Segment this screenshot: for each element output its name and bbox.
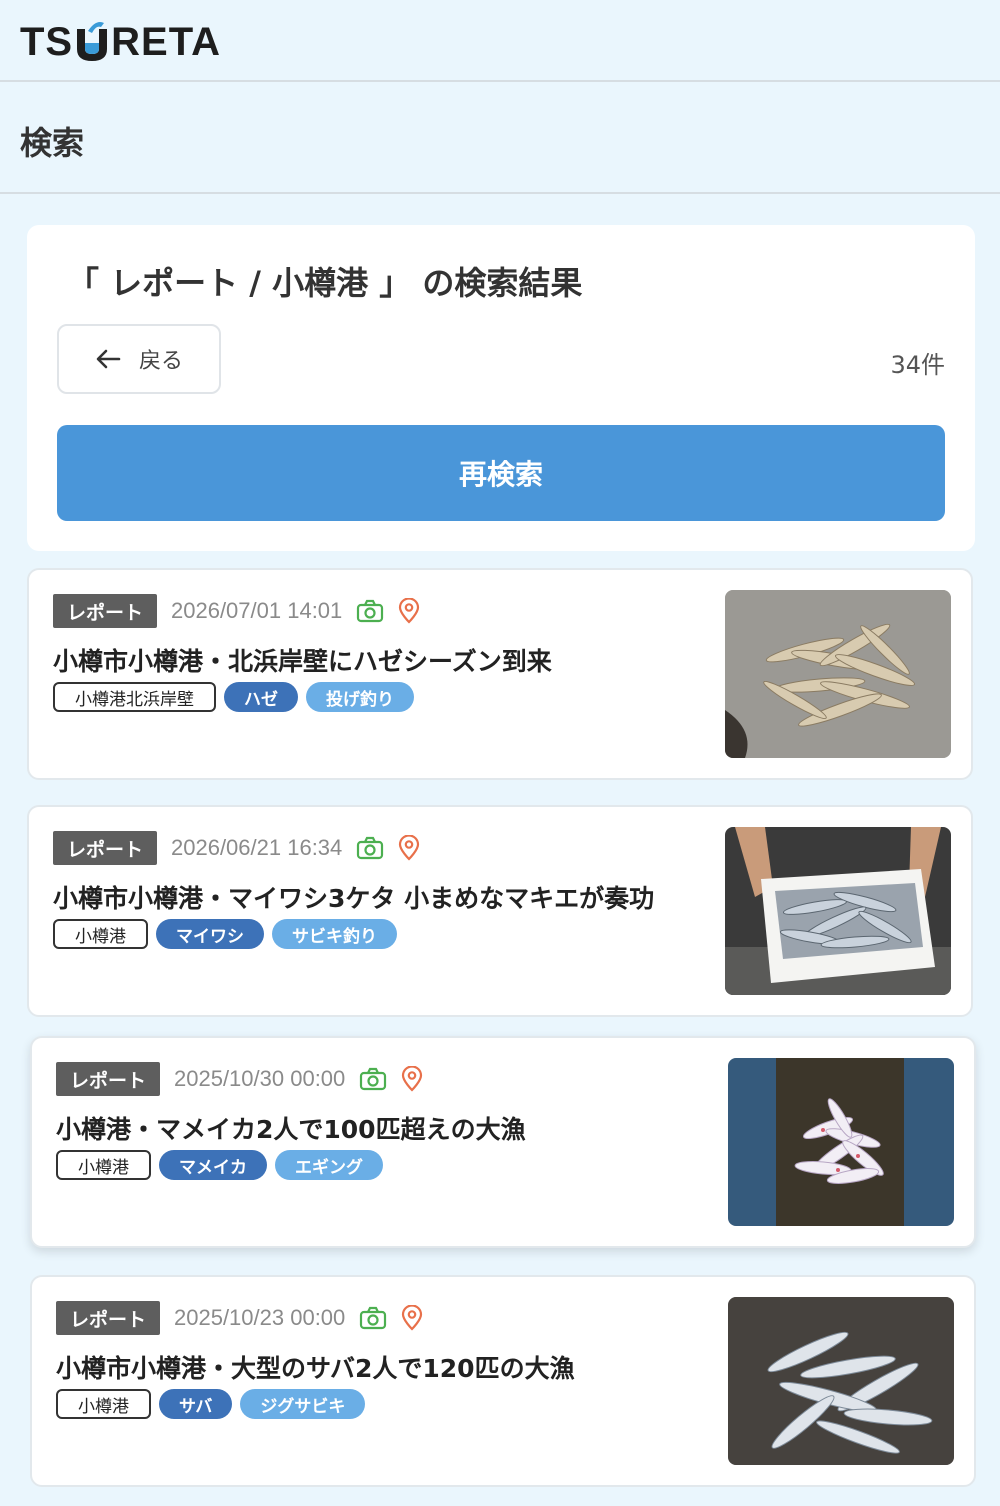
report-thumbnail[interactable] bbox=[728, 1297, 954, 1465]
camera-icon bbox=[360, 1306, 387, 1330]
back-button-label: 戻る bbox=[138, 349, 183, 374]
location-pin-icon bbox=[402, 1066, 423, 1092]
tsureta-logo[interactable]: TS RETA bbox=[20, 18, 221, 66]
report-type-badge: レポート bbox=[53, 831, 157, 865]
report-type-badge: レポート bbox=[56, 1301, 160, 1335]
tag-method[interactable]: 投げ釣り bbox=[306, 682, 414, 712]
report-date: 2025/10/30 00:00 bbox=[174, 1066, 346, 1091]
camera-icon bbox=[360, 1067, 387, 1091]
tag-method[interactable]: エギング bbox=[275, 1150, 383, 1180]
report-tags: 小樽港 マメイカ エギング bbox=[56, 1150, 383, 1180]
report-card[interactable]: レポート 2026/06/21 16:34 小樽市小樽港・マイワシ3ケタ 小まめ… bbox=[27, 805, 973, 1017]
tag-fish[interactable]: マイワシ bbox=[156, 919, 264, 949]
research-button[interactable]: 再検索 bbox=[57, 425, 945, 521]
tag-place[interactable]: 小樽港北浜岸壁 bbox=[53, 682, 216, 712]
report-meta: レポート 2025/10/30 00:00 bbox=[56, 1062, 423, 1096]
camera-icon bbox=[357, 599, 384, 623]
tag-method[interactable]: サビキ釣り bbox=[272, 919, 397, 949]
report-tags: 小樽港北浜岸壁 ハゼ 投げ釣り bbox=[53, 682, 414, 712]
location-pin-icon bbox=[399, 598, 420, 624]
report-title: 小樽市小樽港・マイワシ3ケタ 小まめなマキエが奏功 bbox=[53, 884, 655, 913]
tag-place[interactable]: 小樽港 bbox=[53, 919, 148, 949]
logo-fish-icon bbox=[77, 22, 108, 61]
location-pin-icon bbox=[402, 1305, 423, 1331]
location-pin-icon bbox=[399, 835, 420, 861]
back-button[interactable]: 戻る bbox=[57, 324, 221, 394]
page-title-bar: 検索 bbox=[0, 84, 1000, 194]
logo-text-left: TS bbox=[20, 19, 74, 64]
report-card[interactable]: レポート 2025/10/30 00:00 小樽港・マメイカ2人で100匹超えの… bbox=[30, 1036, 976, 1248]
logo-text-right: RETA bbox=[111, 19, 222, 64]
report-date: 2026/07/01 14:01 bbox=[171, 598, 343, 623]
report-meta: レポート 2025/10/23 00:00 bbox=[56, 1301, 423, 1335]
tag-fish[interactable]: マメイカ bbox=[159, 1150, 267, 1180]
report-card[interactable]: レポート 2025/10/23 00:00 小樽市小樽港・大型のサバ2人で120… bbox=[30, 1275, 976, 1487]
page-title: 検索 bbox=[20, 124, 85, 162]
report-thumbnail[interactable] bbox=[728, 1058, 954, 1226]
report-tags: 小樽港 サバ ジグサビキ bbox=[56, 1389, 366, 1419]
report-tags: 小樽港 マイワシ サビキ釣り bbox=[53, 919, 397, 949]
tag-place[interactable]: 小樽港 bbox=[56, 1150, 151, 1180]
camera-icon bbox=[357, 836, 384, 860]
arrow-left-icon bbox=[96, 349, 121, 369]
report-title: 小樽港・マメイカ2人で100匹超えの大漁 bbox=[56, 1115, 526, 1144]
report-meta: レポート 2026/06/21 16:34 bbox=[53, 831, 420, 865]
report-type-badge: レポート bbox=[56, 1062, 160, 1096]
report-date: 2025/10/23 00:00 bbox=[174, 1305, 346, 1330]
report-thumbnail[interactable] bbox=[725, 827, 951, 995]
report-thumbnail[interactable] bbox=[725, 590, 951, 758]
result-count: 34件 bbox=[890, 351, 945, 379]
tag-fish[interactable]: ハゼ bbox=[224, 682, 298, 712]
report-meta: レポート 2026/07/01 14:01 bbox=[53, 594, 420, 628]
search-result-card: 「 レポート / 小樽港 」 の検索結果 戻る 34件 再検索 bbox=[27, 225, 975, 551]
report-date: 2026/06/21 16:34 bbox=[171, 835, 343, 860]
tag-place[interactable]: 小樽港 bbox=[56, 1389, 151, 1419]
top-bar: TS RETA bbox=[0, 0, 1000, 82]
search-result-heading: 「 レポート / 小樽港 」 の検索結果 bbox=[67, 264, 583, 302]
tag-method[interactable]: ジグサビキ bbox=[240, 1389, 366, 1419]
report-title: 小樽市小樽港・大型のサバ2人で120匹の大漁 bbox=[56, 1354, 575, 1383]
report-card[interactable]: レポート 2026/07/01 14:01 小樽市小樽港・北浜岸壁にハゼシーズン… bbox=[27, 568, 973, 780]
report-title: 小樽市小樽港・北浜岸壁にハゼシーズン到来 bbox=[53, 647, 552, 676]
report-type-badge: レポート bbox=[53, 594, 157, 628]
tag-fish[interactable]: サバ bbox=[159, 1389, 233, 1419]
